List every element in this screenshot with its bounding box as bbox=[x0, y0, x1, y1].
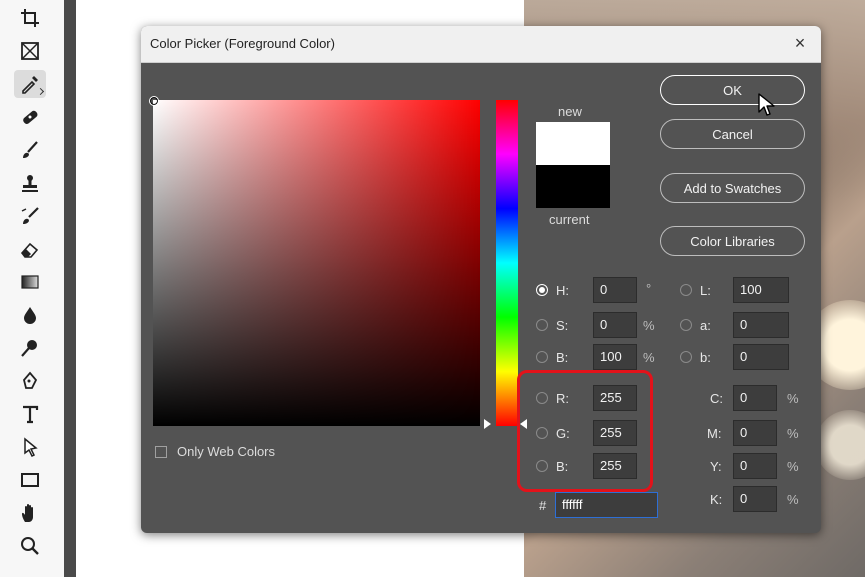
hex-label: # bbox=[539, 498, 547, 513]
hue-slider-arrow-left-icon[interactable] bbox=[484, 419, 491, 429]
history-brush-icon[interactable] bbox=[14, 202, 46, 230]
field-a[interactable]: 0 bbox=[733, 312, 789, 338]
field-k[interactable]: 0 bbox=[733, 486, 777, 512]
bokeh-light bbox=[815, 410, 865, 480]
ok-button[interactable]: OK bbox=[660, 75, 805, 105]
label-l: L: bbox=[700, 283, 711, 298]
field-lab-b[interactable]: 0 bbox=[733, 344, 789, 370]
field-s[interactable]: 0 bbox=[593, 312, 637, 338]
label-lab-b: b: bbox=[700, 350, 711, 365]
brush-icon[interactable] bbox=[14, 136, 46, 164]
unit-k: % bbox=[787, 492, 799, 507]
only-web-colors-label: Only Web Colors bbox=[177, 444, 276, 459]
unit-b: % bbox=[643, 350, 655, 365]
new-label: new bbox=[558, 104, 582, 119]
hand-icon[interactable] bbox=[14, 499, 46, 527]
unit-h: ° bbox=[646, 281, 652, 296]
mouse-cursor-icon bbox=[758, 93, 775, 116]
dialog-titlebar: Color Picker (Foreground Color) × bbox=[141, 26, 821, 63]
color-picker-dialog: Color Picker (Foreground Color) × new cu… bbox=[141, 26, 821, 533]
radio-b[interactable] bbox=[536, 351, 548, 363]
field-brightness[interactable]: 100 bbox=[593, 344, 637, 370]
rectangle-icon[interactable] bbox=[14, 466, 46, 494]
label-h: H: bbox=[556, 283, 569, 298]
label-m: M: bbox=[707, 426, 722, 441]
type-icon[interactable] bbox=[14, 400, 46, 428]
add-to-swatches-button[interactable]: Add to Swatches bbox=[660, 173, 805, 203]
path-selection-icon[interactable] bbox=[14, 433, 46, 461]
blur-icon[interactable] bbox=[14, 301, 46, 329]
cancel-button[interactable]: Cancel bbox=[660, 119, 805, 149]
new-color-swatch bbox=[536, 122, 610, 165]
radio-s[interactable] bbox=[536, 319, 548, 331]
field-h[interactable]: 0 bbox=[593, 277, 637, 303]
label-y: Y: bbox=[710, 459, 722, 474]
frame-icon[interactable] bbox=[14, 37, 46, 65]
field-c[interactable]: 0 bbox=[733, 385, 777, 411]
hue-slider[interactable] bbox=[496, 100, 518, 426]
tools-panel bbox=[0, 0, 76, 577]
unit-m: % bbox=[787, 426, 799, 441]
zoom-icon[interactable] bbox=[14, 532, 46, 560]
label-b: B: bbox=[556, 350, 569, 365]
label-k: K: bbox=[710, 492, 723, 507]
field-l[interactable]: 100 bbox=[733, 277, 789, 303]
field-m[interactable]: 0 bbox=[733, 420, 777, 446]
radio-h[interactable] bbox=[536, 284, 548, 296]
hex-input[interactable]: ffffff bbox=[555, 492, 658, 518]
pen-icon[interactable] bbox=[14, 367, 46, 395]
radio-l[interactable] bbox=[680, 284, 692, 296]
eyedropper-icon[interactable] bbox=[14, 70, 46, 98]
panel-divider bbox=[64, 0, 76, 577]
crop-icon[interactable] bbox=[14, 4, 46, 32]
unit-y: % bbox=[787, 459, 799, 474]
radio-a[interactable] bbox=[680, 319, 692, 331]
unit-s: % bbox=[643, 318, 655, 333]
unit-c: % bbox=[787, 391, 799, 406]
dialog-title: Color Picker (Foreground Color) bbox=[150, 36, 335, 51]
label-a: a: bbox=[700, 318, 711, 333]
current-label: current bbox=[549, 212, 590, 227]
color-field-marker[interactable] bbox=[149, 96, 159, 106]
only-web-colors-checkbox[interactable] bbox=[155, 446, 167, 458]
radio-lab-b[interactable] bbox=[680, 351, 692, 363]
color-field[interactable] bbox=[153, 100, 480, 426]
current-color-swatch[interactable] bbox=[536, 165, 610, 208]
clone-stamp-icon[interactable] bbox=[14, 169, 46, 197]
label-c: C: bbox=[710, 391, 723, 406]
gradient-icon[interactable] bbox=[14, 268, 46, 296]
color-libraries-button[interactable]: Color Libraries bbox=[660, 226, 805, 256]
rgb-highlight-box bbox=[517, 370, 653, 492]
field-y[interactable]: 0 bbox=[733, 453, 777, 479]
healing-brush-icon[interactable] bbox=[14, 103, 46, 131]
eraser-icon[interactable] bbox=[14, 235, 46, 263]
dodge-icon[interactable] bbox=[14, 334, 46, 362]
label-s: S: bbox=[556, 318, 569, 333]
close-icon[interactable]: × bbox=[789, 32, 811, 54]
